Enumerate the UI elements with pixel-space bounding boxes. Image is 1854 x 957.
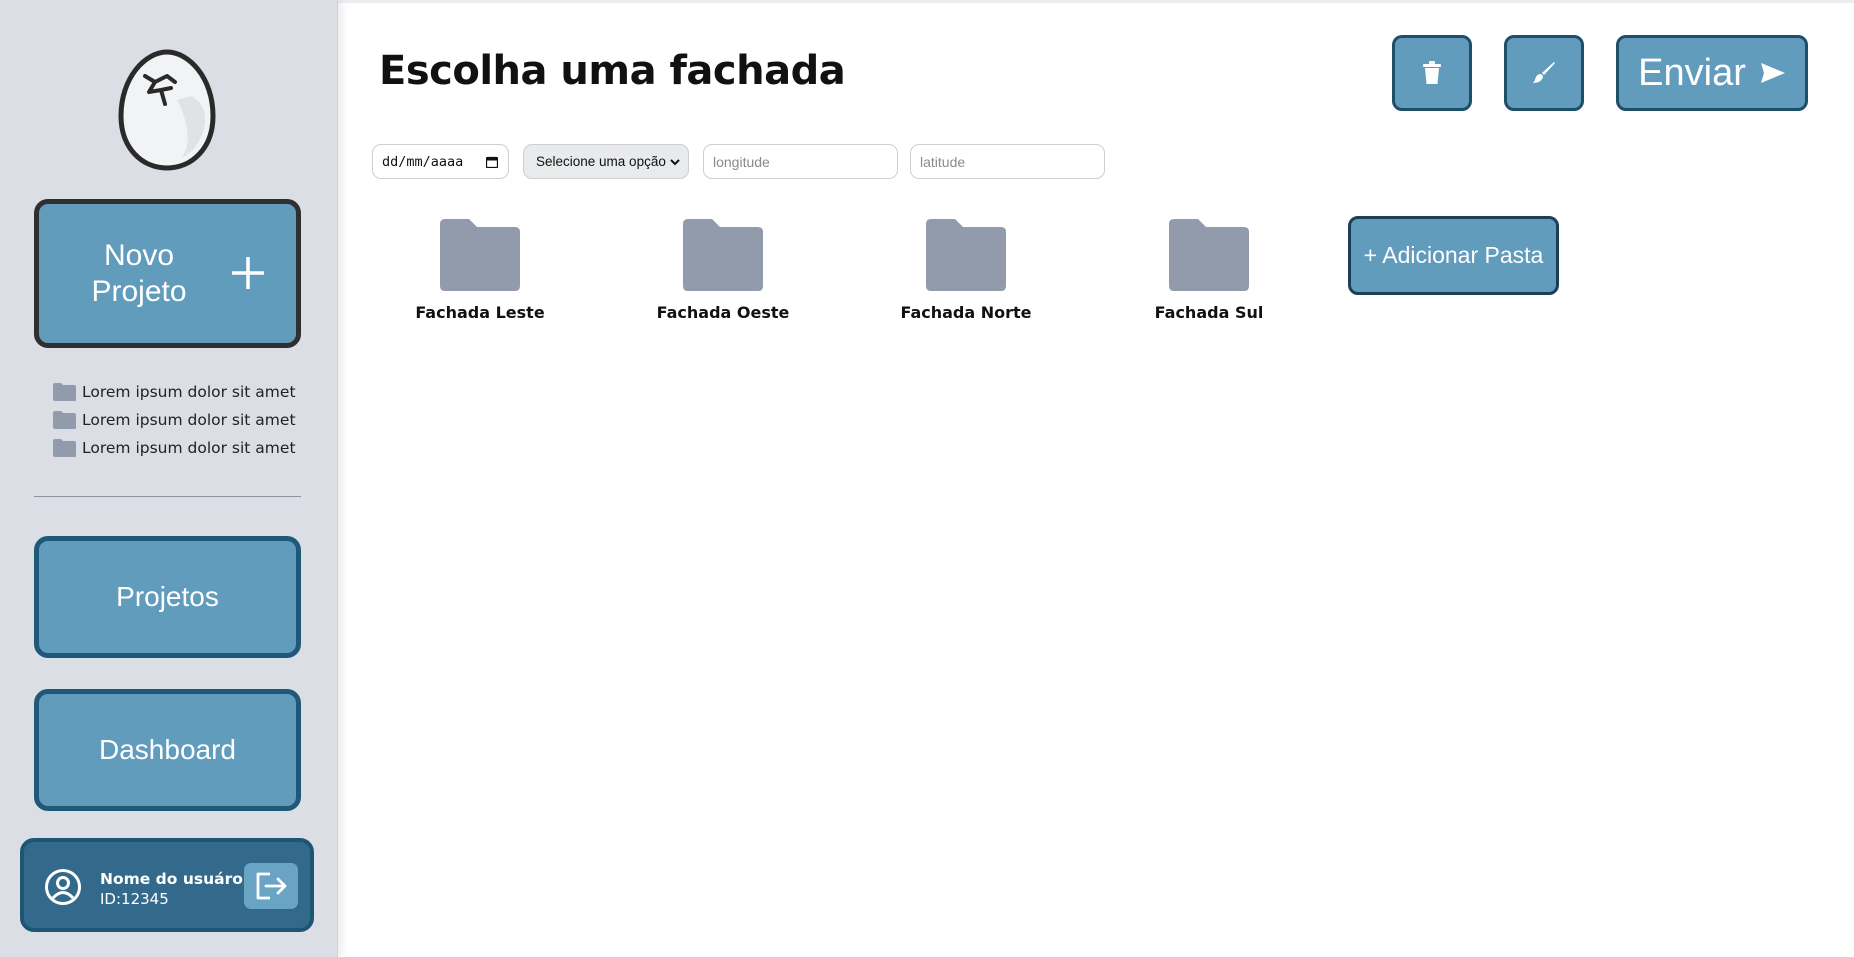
paint-button[interactable] [1504, 35, 1584, 111]
delete-button[interactable] [1392, 35, 1472, 111]
option-select[interactable]: Selecione uma opção [523, 144, 689, 179]
calendar-icon[interactable] [486, 156, 498, 168]
folder-icon [926, 219, 1006, 291]
logout-button[interactable] [244, 863, 298, 909]
user-id: ID:12345 [100, 890, 169, 908]
chevron-down-icon [670, 159, 680, 166]
recent-project-label: Lorem ipsum dolor sit amet [82, 411, 296, 429]
folder-icon [53, 439, 76, 457]
user-card: Nome do usuáro ID:12345 [20, 838, 314, 932]
send-arrow-icon [1760, 63, 1785, 83]
folder-label: Fachada Norte [900, 303, 1032, 322]
folder-label: Fachada Sul [1154, 303, 1264, 322]
plus-icon [232, 257, 264, 289]
add-folder-button[interactable]: + Adicionar Pasta [1348, 216, 1559, 295]
nav-projects-button[interactable]: Projetos [34, 536, 301, 658]
new-project-button[interactable]: Novo Projeto [34, 199, 301, 348]
folder-item[interactable]: Fachada Leste [400, 218, 560, 328]
date-input[interactable]: dd/mm/aaaa [372, 144, 509, 179]
sidebar: Novo Projeto Lorem ipsum dolor sit amet … [0, 0, 338, 957]
cracked-egg-icon [118, 49, 216, 171]
recent-project-label: Lorem ipsum dolor sit amet [82, 383, 296, 401]
select-value: Selecione uma opção [536, 154, 666, 169]
folder-item[interactable]: Fachada Norte [886, 218, 1046, 328]
folder-icon [683, 219, 763, 291]
folder-label: Fachada Leste [415, 303, 545, 322]
folder-item[interactable]: Fachada Sul [1129, 218, 1289, 328]
trash-icon [1423, 61, 1441, 84]
send-button[interactable]: Enviar [1616, 35, 1808, 111]
folder-icon [53, 411, 76, 429]
nav-dashboard-button[interactable]: Dashboard [34, 689, 301, 811]
recent-projects-list: Lorem ipsum dolor sit amet Lorem ipsum d… [52, 378, 296, 462]
recent-project-label: Lorem ipsum dolor sit amet [82, 439, 296, 457]
folder-icon [1169, 219, 1249, 291]
page-title: Escolha uma fachada [379, 48, 846, 94]
folder-label: Fachada Oeste [656, 303, 790, 322]
recent-project-item[interactable]: Lorem ipsum dolor sit amet [52, 378, 296, 406]
brush-icon [1533, 62, 1555, 83]
latitude-input[interactable]: latitude [910, 144, 1105, 179]
user-circle-icon [45, 869, 81, 905]
date-placeholder: dd/mm/aaaa [382, 153, 464, 170]
user-name: Nome do usuáro [100, 870, 243, 888]
folder-item[interactable]: Fachada Oeste [643, 218, 803, 328]
folder-icon [440, 219, 520, 291]
send-label: Enviar [1638, 51, 1746, 94]
recent-project-item[interactable]: Lorem ipsum dolor sit amet [52, 434, 296, 462]
recent-project-item[interactable]: Lorem ipsum dolor sit amet [52, 406, 296, 434]
new-project-label: Novo Projeto [91, 239, 187, 308]
longitude-input[interactable]: longitude [703, 144, 898, 179]
sidebar-divider [34, 496, 301, 497]
top-border [338, 0, 1854, 3]
folder-icon [53, 383, 76, 401]
logout-icon [256, 872, 287, 900]
